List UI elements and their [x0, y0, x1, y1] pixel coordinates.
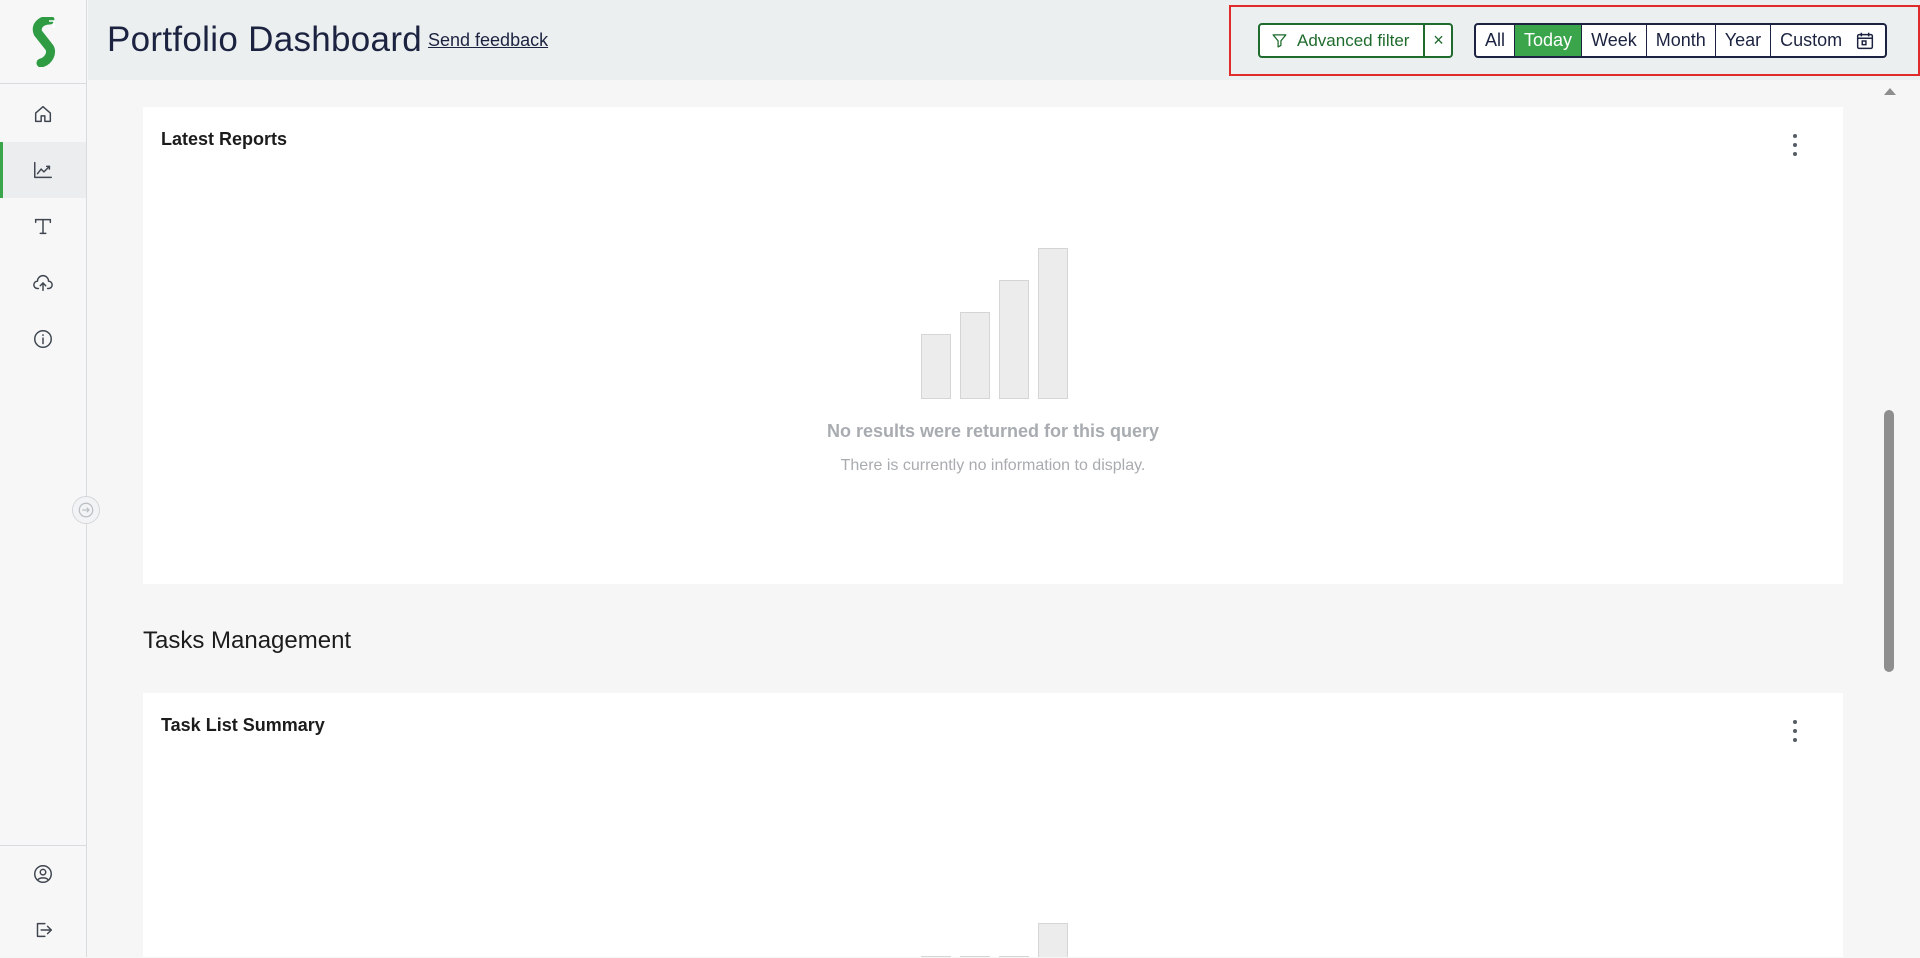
app-logo[interactable] [0, 0, 87, 84]
more-dot-icon [1793, 738, 1797, 742]
sidebar-bottom [0, 845, 87, 957]
advanced-filter-group: Advanced filter × [1258, 23, 1454, 58]
period-selector: All Today Week Month Year Custom [1474, 23, 1888, 58]
period-custom-label: Custom [1780, 30, 1843, 50]
period-all[interactable]: All [1476, 25, 1514, 56]
info-icon [34, 330, 52, 348]
task-list-summary-menu-button[interactable] [1791, 720, 1799, 742]
sidebar-item-profile[interactable] [0, 846, 86, 902]
advanced-filter-button[interactable]: Advanced filter [1260, 25, 1423, 56]
clear-filter-button[interactable]: × [1423, 25, 1451, 56]
scroll-up-arrow-icon[interactable] [1883, 86, 1897, 96]
sidebar-item-analytics[interactable] [0, 142, 86, 198]
period-month[interactable]: Month [1645, 25, 1715, 56]
sidebar-item-upload[interactable] [0, 255, 86, 311]
main-content: Latest Reports No results were returned … [88, 80, 1882, 957]
user-circle-icon [34, 865, 52, 883]
empty-state-title: No results were returned for this query [826, 421, 1160, 441]
empty-chart-icon [921, 248, 1068, 399]
sidebar [0, 0, 87, 957]
latest-reports-menu-button[interactable] [1791, 134, 1799, 156]
cloud-upload-icon [33, 275, 53, 292]
tasks-section-title: Tasks Management [143, 627, 352, 654]
empty-chart-icon [921, 923, 1068, 957]
more-dot-icon [1793, 152, 1797, 156]
more-dot-icon [1793, 729, 1797, 733]
send-feedback-link[interactable]: Send feedback [428, 30, 548, 51]
arrow-right-circle-icon [78, 502, 94, 518]
period-year[interactable]: Year [1714, 25, 1770, 56]
scrollbar-thumb[interactable] [1884, 410, 1894, 672]
period-custom[interactable]: Custom [1770, 25, 1885, 56]
calendar-icon [1857, 32, 1874, 49]
sidebar-item-info[interactable] [0, 311, 86, 367]
more-dot-icon [1793, 134, 1797, 138]
home-icon [34, 105, 52, 123]
sidebar-item-text[interactable] [0, 198, 86, 254]
more-dot-icon [1793, 720, 1797, 724]
logo-icon [32, 16, 55, 67]
sidebar-collapse-toggle[interactable] [72, 496, 100, 524]
filter-icon [1272, 34, 1287, 48]
sidebar-item-logout[interactable] [0, 902, 86, 958]
sidebar-item-home[interactable] [0, 86, 86, 142]
period-today[interactable]: Today [1514, 25, 1582, 56]
latest-reports-title: Latest Reports [161, 129, 288, 149]
task-list-summary-card: Task List Summary [143, 693, 1843, 957]
trending-chart-icon [34, 161, 52, 179]
advanced-filter-label: Advanced filter [1297, 30, 1410, 50]
logout-icon [36, 922, 52, 938]
latest-reports-card: Latest Reports No results were returned … [143, 107, 1843, 584]
period-week[interactable]: Week [1581, 25, 1646, 56]
text-format-icon [34, 218, 52, 235]
empty-state-subtitle: There is currently no information to dis… [840, 457, 1146, 474]
page-title: Portfolio Dashboard [107, 20, 423, 59]
task-list-summary-title: Task List Summary [161, 715, 325, 735]
more-dot-icon [1793, 143, 1797, 147]
